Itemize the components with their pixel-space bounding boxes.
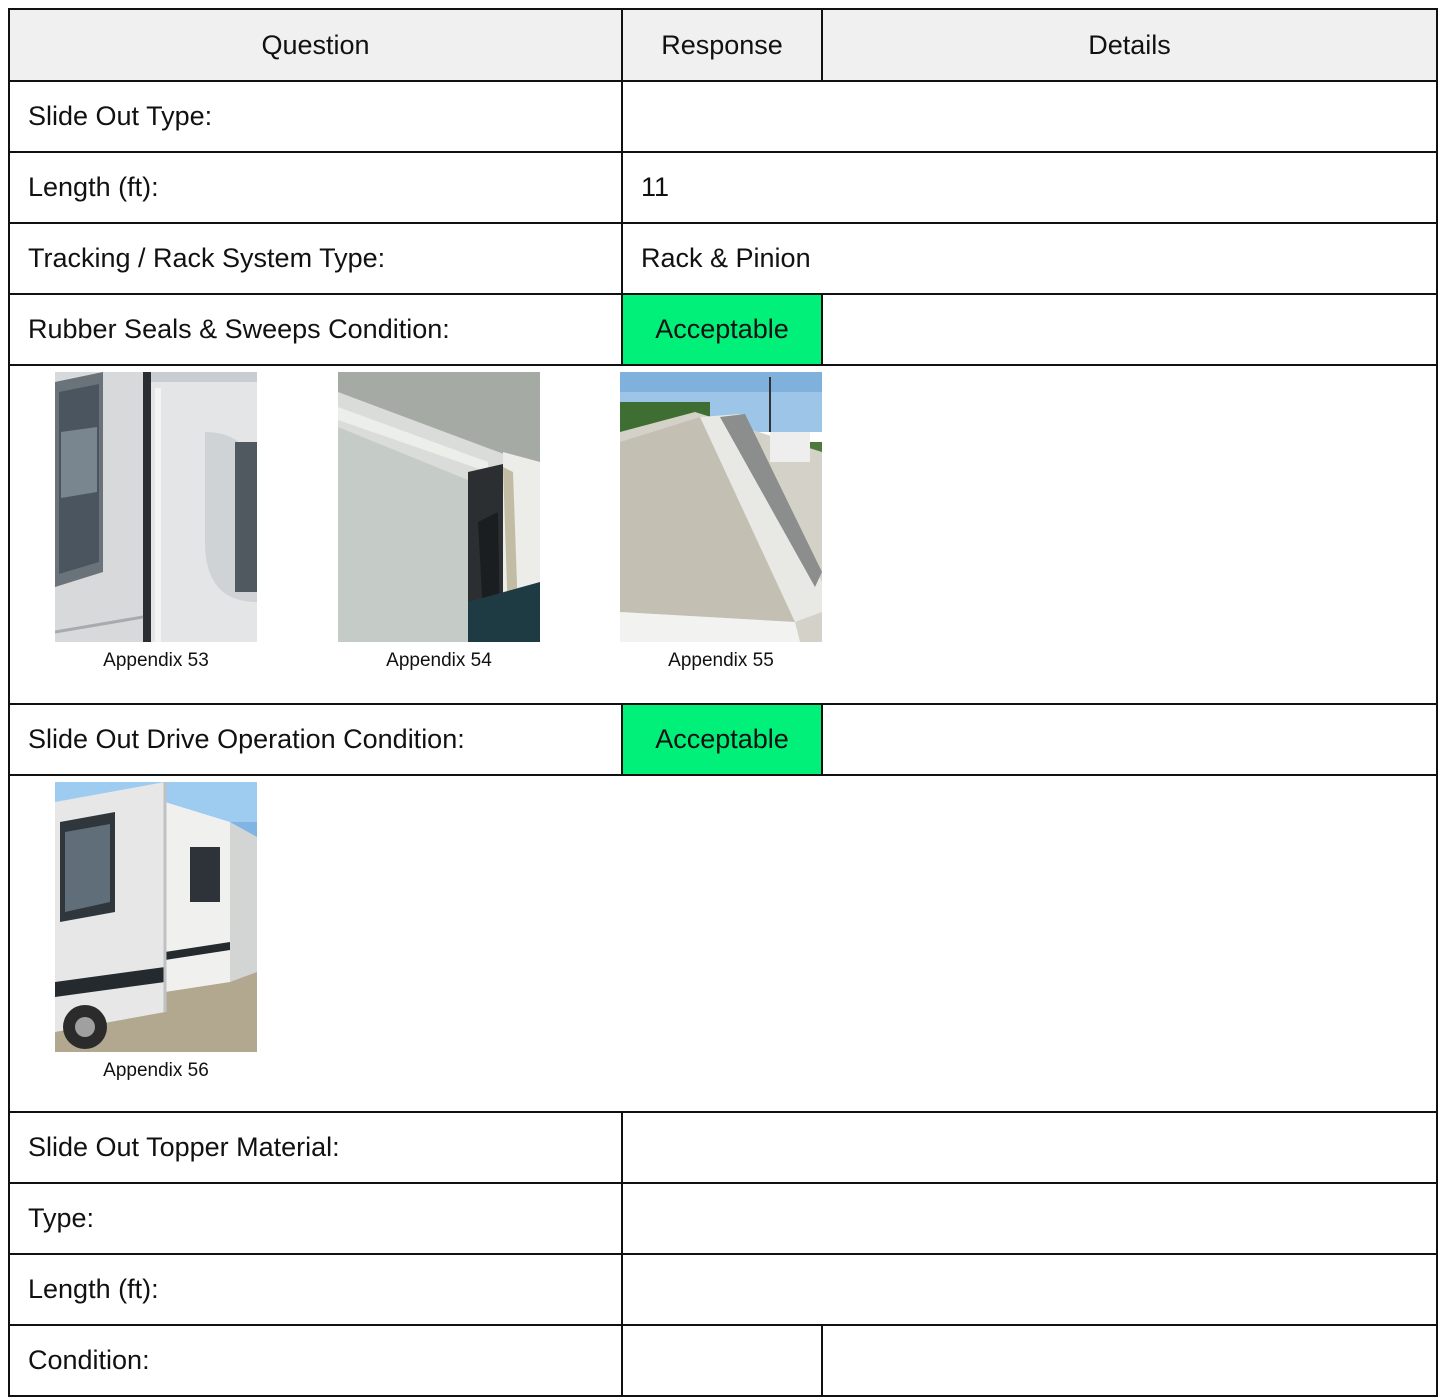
table-row-rubber-seals: Rubber Seals & Sweeps Condition: Accepta… — [8, 293, 1438, 366]
response-cell: 11 — [621, 151, 1438, 224]
photo-caption: Appendix 56 — [103, 1060, 209, 1081]
inspection-table: Question Response Details Slide Out Type… — [8, 8, 1438, 1397]
response-cell — [621, 1182, 1438, 1255]
table-row-type: Type: — [8, 1182, 1438, 1255]
photo-gallery-cell: Appendix 56 — [8, 774, 1438, 1113]
photo-row-drive-operation: Appendix 56 — [8, 774, 1438, 1113]
table-row-drive-operation: Slide Out Drive Operation Condition: Acc… — [8, 703, 1438, 776]
response-cell — [621, 80, 1438, 153]
photo-row-rubber-seals: Appendix 53 Appendix 54 Appendix 55 — [8, 364, 1438, 705]
details-cell — [821, 1324, 1438, 1397]
question-cell: Type: — [8, 1182, 623, 1255]
rv-slide-side-photo — [55, 372, 257, 642]
rv-slide-out-photo — [55, 782, 257, 1052]
question-cell: Length (ft): — [8, 151, 623, 224]
question-cell: Length (ft): — [8, 1253, 623, 1326]
table-row-slide-out-type: Slide Out Type: — [8, 80, 1438, 153]
column-header-details: Details — [821, 8, 1438, 82]
table-row-condition: Condition: — [8, 1324, 1438, 1397]
details-cell — [821, 293, 1438, 366]
column-header-response: Response — [621, 8, 823, 82]
question-cell: Slide Out Drive Operation Condition: — [8, 703, 623, 776]
photo-gallery: Appendix 53 Appendix 54 Appendix 55 — [10, 366, 1436, 701]
photo-gallery: Appendix 56 — [10, 776, 1436, 1109]
question-cell: Rubber Seals & Sweeps Condition: — [8, 293, 623, 366]
photo-appendix-53[interactable]: Appendix 53 — [55, 372, 257, 672]
photo-appendix-55[interactable]: Appendix 55 — [620, 372, 822, 672]
question-cell: Tracking / Rack System Type: — [8, 222, 623, 295]
question-cell: Slide Out Topper Material: — [8, 1111, 623, 1184]
photo-caption: Appendix 53 — [103, 650, 209, 671]
question-cell: Slide Out Type: — [8, 80, 623, 153]
response-cell — [621, 1324, 823, 1397]
slide-roof-photo — [620, 372, 822, 642]
column-header-question: Question — [8, 8, 623, 82]
photo-caption: Appendix 54 — [386, 650, 492, 671]
status-badge-acceptable: Acceptable — [621, 703, 823, 776]
table-row-tracking: Tracking / Rack System Type: Rack & Pini… — [8, 222, 1438, 295]
response-cell: Rack & Pinion — [621, 222, 1438, 295]
photo-caption: Appendix 55 — [668, 650, 774, 671]
question-cell: Condition: — [8, 1324, 623, 1397]
photo-gallery-cell: Appendix 53 Appendix 54 Appendix 55 — [8, 364, 1438, 705]
response-cell — [621, 1111, 1438, 1184]
photo-appendix-56[interactable]: Appendix 56 — [55, 782, 257, 1082]
photo-appendix-54[interactable]: Appendix 54 — [338, 372, 540, 672]
table-header-row: Question Response Details — [8, 8, 1438, 82]
details-cell — [821, 703, 1438, 776]
status-badge-acceptable: Acceptable — [621, 293, 823, 366]
response-cell — [621, 1253, 1438, 1326]
table-row-topper-length: Length (ft): — [8, 1253, 1438, 1326]
seal-corner-photo — [338, 372, 540, 642]
table-row-topper-material: Slide Out Topper Material: — [8, 1111, 1438, 1184]
table-row-length: Length (ft): 11 — [8, 151, 1438, 224]
